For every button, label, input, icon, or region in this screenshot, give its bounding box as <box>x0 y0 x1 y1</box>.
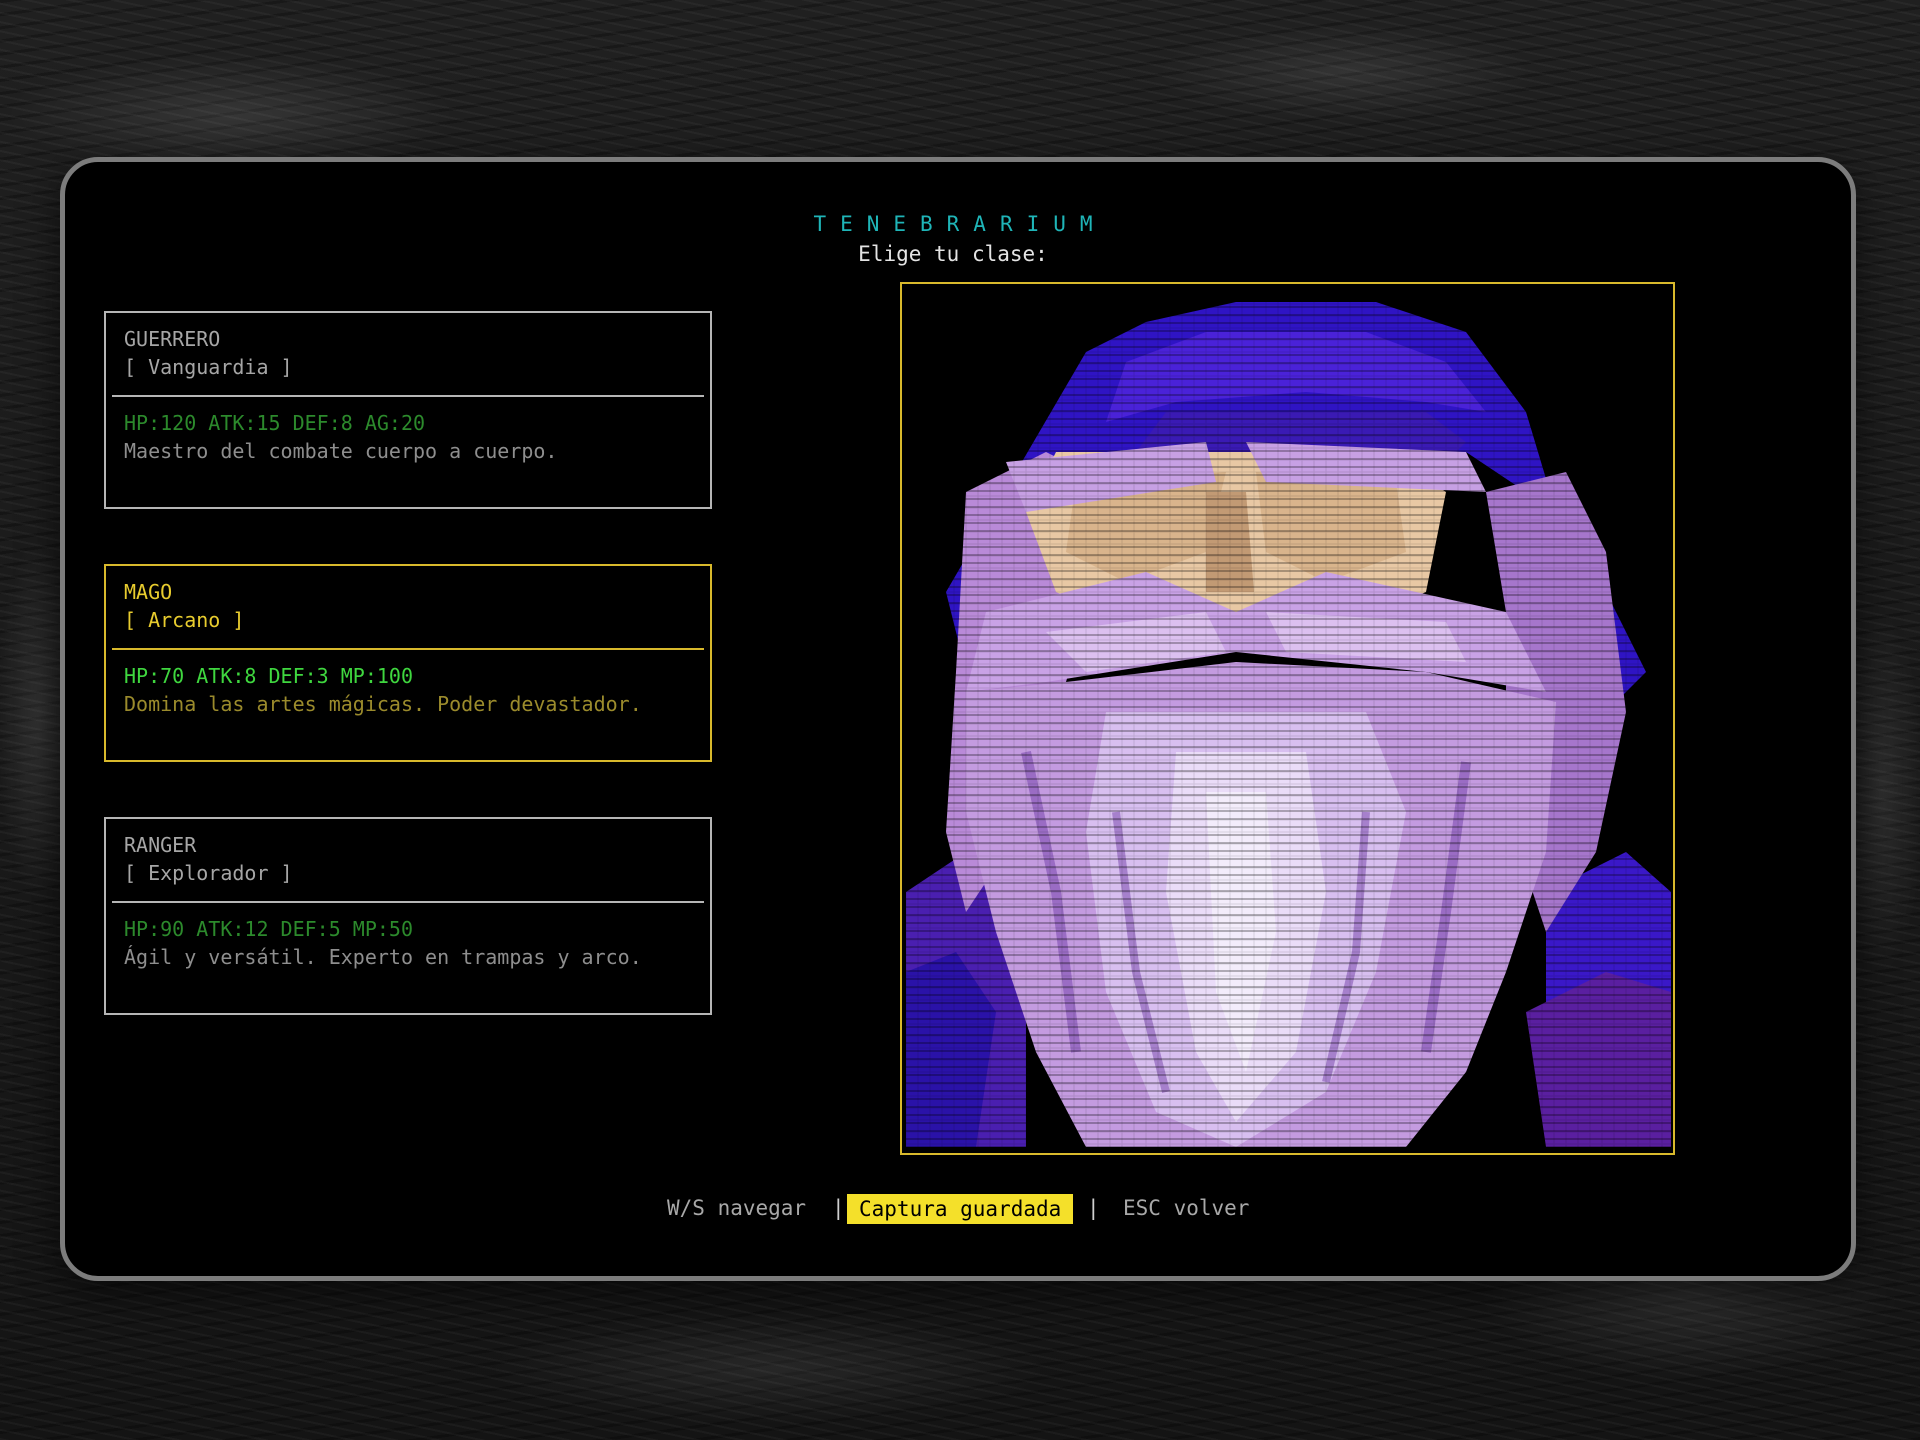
class-name: RANGER <box>124 833 197 857</box>
footer-bar: W/S navegar | Captura guardada | ESC vol… <box>0 1194 1920 1228</box>
class-name: MAGO <box>124 580 173 604</box>
class-name: GUERRERO <box>124 327 221 351</box>
hint-navigate: W/S navegar <box>667 1196 807 1220</box>
class-card-guerrero[interactable]: GUERRERO [ Vanguardia ] HP:120 ATK:15 DE… <box>104 311 712 509</box>
hint-back: ESC volver <box>1123 1196 1250 1220</box>
class-description: Domina las artes mágicas. Poder devastad… <box>124 692 642 716</box>
class-role: [ Explorador ] <box>124 861 293 885</box>
portrait-frame <box>900 282 1675 1155</box>
class-card-ranger[interactable]: RANGER [ Explorador ] HP:90 ATK:12 DEF:5… <box>104 817 712 1015</box>
class-role: [ Arcano ] <box>124 608 245 632</box>
class-stats: HP:70 ATK:8 DEF:3 MP:100 <box>124 664 413 688</box>
toast-screenshot-saved: Captura guardada <box>847 1194 1074 1224</box>
class-description: Ágil y versátil. Experto en trampas y ar… <box>124 945 642 969</box>
card-divider <box>112 648 704 650</box>
class-prompt: Elige tu clase: <box>858 242 1048 266</box>
class-stats: HP:120 ATK:15 DEF:8 AG:20 <box>124 411 426 435</box>
footer-separator: | <box>832 1196 845 1220</box>
game-title: TENEBRARIUM <box>813 212 1107 236</box>
card-divider <box>112 395 704 397</box>
footer-separator: | <box>1087 1196 1100 1220</box>
class-description: Maestro del combate cuerpo a cuerpo. <box>124 439 558 463</box>
class-card-mago[interactable]: MAGO [ Arcano ] HP:70 ATK:8 DEF:3 MP:100… <box>104 564 712 762</box>
class-stats: HP:90 ATK:12 DEF:5 MP:50 <box>124 917 413 941</box>
class-role: [ Vanguardia ] <box>124 355 293 379</box>
wizard-portrait <box>906 292 1671 1147</box>
card-divider <box>112 901 704 903</box>
